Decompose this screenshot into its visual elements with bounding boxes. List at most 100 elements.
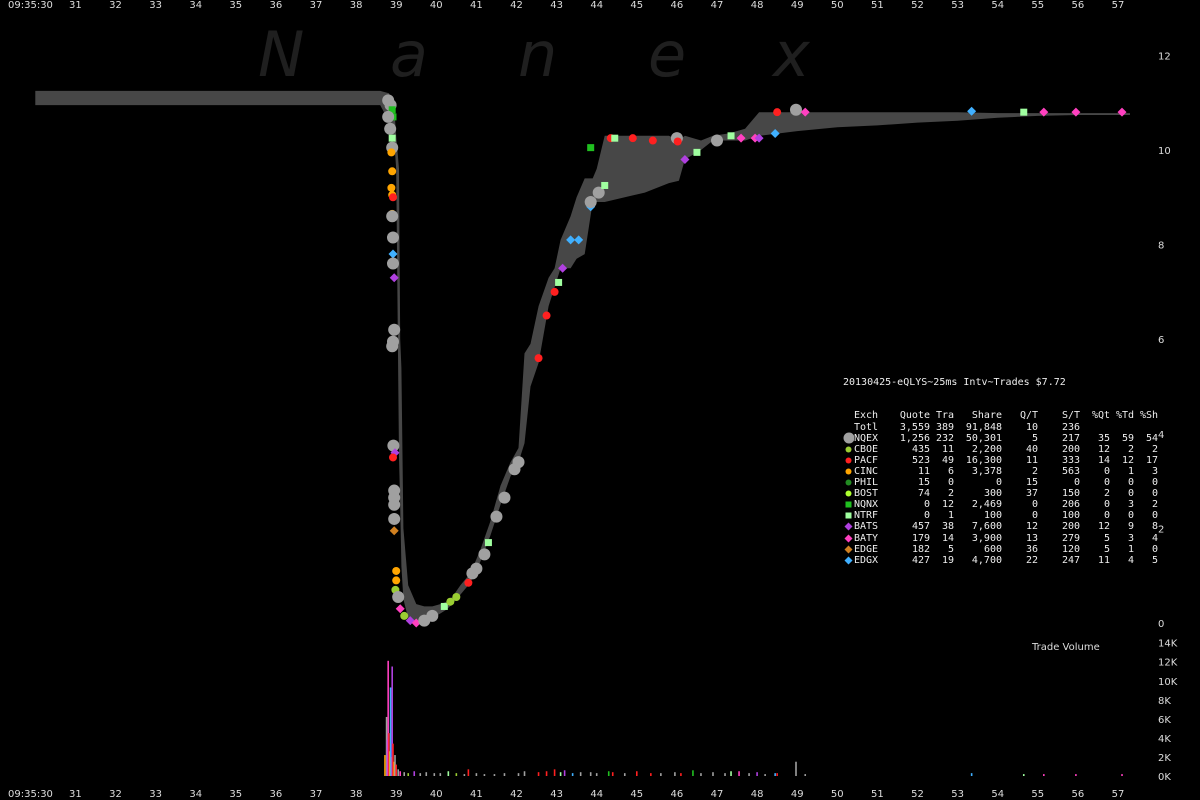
stats-marker-cell bbox=[843, 556, 854, 565]
legend-marker bbox=[845, 512, 852, 519]
volume-bar bbox=[493, 774, 496, 776]
stats-cell-share: 3,378 bbox=[971, 465, 1002, 477]
stats-cell-ptd: 59 bbox=[1121, 432, 1134, 444]
volume-bar bbox=[399, 771, 402, 776]
trade-marker bbox=[388, 498, 401, 511]
stats-cell-share: 4,700 bbox=[971, 554, 1002, 566]
trade-marker bbox=[498, 491, 511, 504]
x-tick-label: 43 bbox=[550, 0, 563, 11]
volume-tick-label: 10K bbox=[1158, 677, 1178, 688]
x-tick-label: 31 bbox=[69, 789, 82, 800]
stats-cell-qt: 2 bbox=[1031, 465, 1038, 477]
stats-cell-exch: PHIL bbox=[854, 477, 879, 489]
trade-marker bbox=[470, 562, 483, 575]
stats-cell-share: 50,301 bbox=[965, 432, 1002, 444]
stats-cell-tra: 0 bbox=[947, 477, 954, 489]
stats-row: PACF 523 49 16,300 11 333 14 12 17 bbox=[843, 455, 1158, 466]
stats-marker-cell bbox=[843, 489, 854, 498]
trade-marker bbox=[673, 137, 682, 146]
trade-marker bbox=[789, 103, 802, 116]
volume-bar bbox=[700, 773, 702, 776]
volume-bar bbox=[475, 773, 478, 776]
stats-marker-cell bbox=[843, 522, 854, 531]
volume-bar bbox=[463, 774, 466, 776]
volume-bar bbox=[680, 773, 682, 776]
stats-cell-share: 100 bbox=[983, 510, 1002, 522]
stats-cell-ptd: 2 bbox=[1127, 443, 1134, 455]
trade-marker bbox=[1117, 107, 1127, 117]
x-tick-label: 32 bbox=[109, 0, 122, 11]
x-start-label: 09:35:30 bbox=[8, 0, 53, 11]
legend-marker-shape bbox=[845, 490, 852, 497]
trade-marker bbox=[392, 576, 401, 585]
stats-cell-st: 563 bbox=[1061, 465, 1080, 477]
trade-marker bbox=[534, 354, 543, 363]
x-tick-label: 55 bbox=[1031, 0, 1044, 11]
y-tick-label: 6 bbox=[1158, 335, 1164, 346]
volume-bar bbox=[433, 773, 436, 776]
stats-cell-ptd: 12 bbox=[1121, 454, 1134, 466]
x-tick-label: 38 bbox=[350, 0, 363, 11]
x-tick-label: 45 bbox=[630, 0, 643, 11]
stats-header-cell: Share bbox=[971, 410, 1002, 422]
volume-bar bbox=[545, 771, 548, 776]
stats-row: BATS 457 38 7,600 12 200 12 9 8 bbox=[843, 521, 1158, 532]
stats-header-row: Exch Quote Tra Share Q/T S/T %Qt %Td %Sh bbox=[843, 410, 1158, 421]
stats-cell-tra: 12 bbox=[941, 499, 954, 511]
trade-marker bbox=[384, 122, 397, 135]
x-tick-label: 34 bbox=[189, 789, 202, 800]
stats-cell-psh: 0 bbox=[1151, 543, 1158, 555]
x-tick-label: 46 bbox=[671, 0, 684, 11]
nanex-watermark: Na n e x bbox=[258, 18, 811, 91]
stats-header-cell: Exch bbox=[854, 410, 879, 422]
stats-cell-ptd: 0 bbox=[1127, 477, 1134, 489]
x-tick-label: 55 bbox=[1031, 789, 1044, 800]
volume-bar bbox=[1121, 774, 1123, 776]
stats-cell-tra: 38 bbox=[941, 521, 954, 533]
x-tick-label: 49 bbox=[791, 0, 804, 11]
y-axis-price: 0 2 4 6 8 10 12 bbox=[1158, 51, 1171, 630]
stats-cell-ptd: 3 bbox=[1127, 532, 1134, 544]
stats-cell-share: 16,300 bbox=[965, 454, 1002, 466]
volume-bar bbox=[738, 771, 740, 776]
stats-cell-share: 91,848 bbox=[965, 421, 1002, 433]
volume-bar bbox=[764, 774, 766, 776]
stats-cell-psh: 0 bbox=[1151, 510, 1158, 522]
volume-bar bbox=[397, 769, 400, 776]
volume-bar bbox=[774, 773, 776, 776]
trade-marker bbox=[386, 210, 399, 223]
stats-cell-pqt: 0 bbox=[1103, 477, 1110, 489]
legend-marker-shape bbox=[845, 479, 852, 486]
x-tick-label: 36 bbox=[270, 0, 283, 11]
trade-marker bbox=[693, 148, 701, 156]
stats-cell-share: 300 bbox=[983, 488, 1002, 500]
legend-marker bbox=[844, 545, 853, 554]
x-axis-top: 09:35:30 31 32 33 34 35 36 37 38 39 40 41 42 43 44 45 46… bbox=[8, 0, 1124, 11]
volume-bar bbox=[611, 772, 614, 776]
x-tick-label: 34 bbox=[189, 0, 202, 11]
watermark-letter: x bbox=[771, 18, 811, 91]
stats-cell-quote: 0 bbox=[923, 510, 930, 522]
volume-bar bbox=[748, 773, 750, 776]
x-tick-label: 32 bbox=[109, 789, 122, 800]
y-tick-label: 12 bbox=[1158, 51, 1171, 62]
stats-cell-share: 600 bbox=[983, 543, 1002, 555]
stats-cell-pqt: 0 bbox=[1103, 499, 1110, 511]
legend-marker bbox=[845, 479, 852, 486]
stats-cell-exch: Totl bbox=[854, 421, 879, 433]
stats-marker-cell bbox=[843, 534, 854, 543]
stats-row: PHIL 15 0 0 15 0 0 0 0 bbox=[843, 477, 1158, 488]
stats-row: Totl 3,559 389 91,848 10 236 bbox=[843, 422, 1158, 433]
stats-cell-pqt: 5 bbox=[1103, 543, 1110, 555]
stats-cell-share: 3,900 bbox=[971, 532, 1002, 544]
volume-bar bbox=[595, 773, 598, 776]
volume-bar bbox=[795, 761, 797, 776]
x-tick-label: 50 bbox=[831, 0, 844, 11]
legend-marker-shape bbox=[845, 446, 852, 453]
volume-bar bbox=[413, 771, 416, 776]
stats-cell-st: 333 bbox=[1061, 454, 1080, 466]
stats-row: CBOE 435 11 2,200 40 200 12 2 2 bbox=[843, 444, 1158, 455]
trade-marker bbox=[389, 526, 399, 536]
stats-header-cell: %Qt bbox=[1091, 410, 1110, 422]
stats-cell-tra: 232 bbox=[935, 432, 954, 444]
